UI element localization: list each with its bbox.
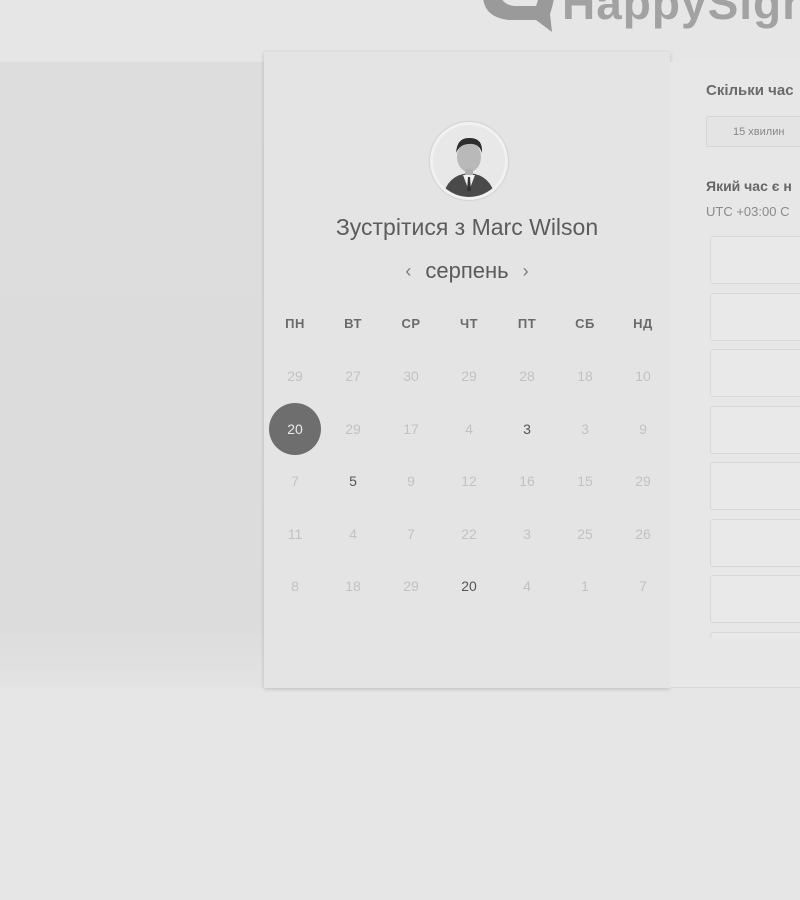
calendar-day: 29	[345, 420, 361, 437]
timezone-label: UTC +03:00 C	[706, 204, 790, 219]
duration-option-button[interactable]: 15 хвилин	[706, 116, 800, 147]
calendar-day: 8	[291, 578, 299, 595]
weekday-label: СБ	[575, 316, 595, 331]
calendar-day: 4	[465, 420, 473, 437]
calendar-day: 7	[291, 473, 299, 490]
calendar-day: 22	[461, 525, 477, 542]
time-slot-button[interactable]	[710, 406, 800, 454]
calendar-day: 7	[407, 525, 415, 542]
calendar-day: 27	[345, 368, 361, 385]
brand-logo: HappySign	[478, 0, 800, 36]
weekday-label: ЧТ	[459, 316, 479, 331]
calendar-day: 9	[407, 473, 415, 490]
brand-name: HappySign	[562, 0, 800, 29]
calendar-day: 29	[403, 578, 419, 595]
duration-question: Скільки час	[706, 82, 794, 99]
calendar-day: 4	[523, 578, 531, 595]
calendar-day-selected[interactable]: 20	[266, 402, 324, 456]
time-slot-button[interactable]	[710, 632, 800, 638]
calendar-day-available[interactable]: 20	[440, 560, 498, 613]
calendar-day: 12	[461, 473, 477, 490]
time-slot-button[interactable]	[710, 462, 800, 510]
calendar-day: 3	[523, 525, 531, 542]
chevron-right-icon[interactable]: ›	[523, 261, 529, 282]
calendar-day: 3	[581, 420, 589, 437]
time-slot-button[interactable]	[710, 575, 800, 623]
calendar-day: 26	[635, 525, 651, 542]
calendar-day: 30	[403, 368, 419, 385]
calendar-day: 7	[639, 578, 647, 595]
calendar-day: 29	[461, 368, 477, 385]
calendar-day: 16	[519, 473, 535, 490]
calendar-day: 29	[287, 368, 303, 385]
time-question: Який час є н	[706, 178, 792, 194]
chevron-left-icon[interactable]: ‹	[405, 261, 411, 282]
weekday-label: СР	[401, 316, 421, 331]
calendar-day: 11	[287, 525, 303, 542]
calendar-day: 17	[403, 420, 419, 437]
calendar-day: 28	[519, 368, 535, 385]
weekday-label: ПН	[285, 316, 305, 331]
weekday-header: ПН ВТ СР ЧТ ПТ СБ НД	[266, 316, 672, 331]
calendar-day: 10	[635, 368, 651, 385]
calendar-day: 1	[581, 578, 589, 595]
meeting-title: Зустрітися з Marc Wilson	[335, 214, 599, 240]
calendar-day: 9	[639, 420, 647, 437]
calendar-day-available[interactable]: 3	[498, 403, 556, 456]
booking-panel: Скільки час 15 хвилин Який час є н UTC +…	[670, 62, 800, 688]
calendar-grid: 29 27 30 29 28 18 10 20 29 17 4 3 3 9 7 …	[266, 350, 672, 613]
weekday-label: ВТ	[344, 316, 362, 331]
host-avatar	[430, 122, 508, 200]
month-navigation: ‹ серпень ›	[264, 258, 670, 284]
weekday-label: ПТ	[517, 316, 537, 331]
time-slot-button[interactable]	[710, 293, 800, 341]
background-panel	[0, 62, 264, 688]
calendar-day: 25	[577, 525, 593, 542]
calendar-day: 4	[349, 525, 357, 542]
weekday-label: НД	[633, 316, 653, 331]
calendar-day: 18	[345, 578, 361, 595]
time-slot-button[interactable]	[710, 519, 800, 567]
speech-bubble-logo-icon	[483, 0, 554, 32]
calendar-day: 29	[635, 473, 651, 490]
month-label: серпень	[425, 258, 509, 283]
person-avatar-icon	[433, 125, 505, 197]
time-slot-button[interactable]	[710, 236, 800, 284]
calendar-day: 15	[577, 473, 593, 490]
calendar-day: 18	[577, 368, 593, 385]
time-slot-button[interactable]	[710, 349, 800, 397]
calendar-day-available[interactable]: 5	[324, 455, 382, 508]
scheduler-card: Зустрітися з Marc Wilson ‹ серпень › ПН …	[264, 52, 670, 688]
